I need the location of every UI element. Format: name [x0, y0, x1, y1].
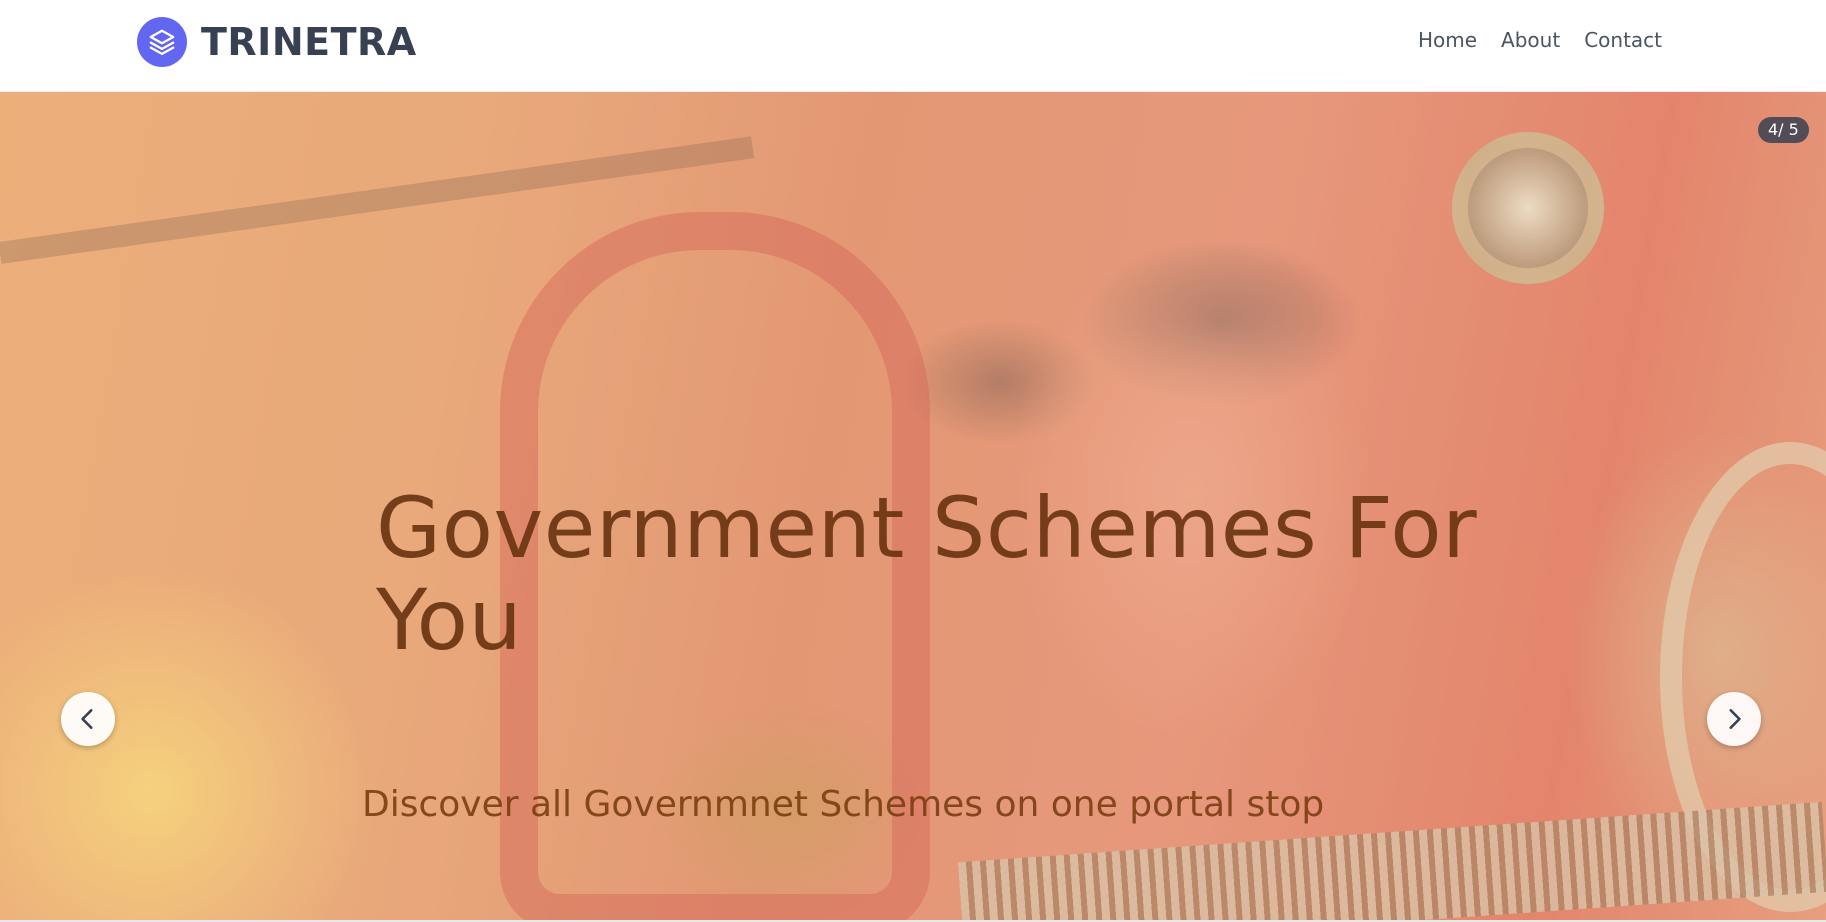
nav-link-about[interactable]: About — [1501, 28, 1560, 52]
chevron-left-icon — [81, 709, 93, 729]
brand-name: TRINETRA — [201, 20, 417, 64]
slide-counter: 4/ 5 — [1758, 117, 1809, 143]
carousel-next-button[interactable] — [1707, 692, 1761, 746]
main-nav: Home About Contact — [1418, 28, 1662, 52]
carousel-prev-button[interactable] — [61, 692, 115, 746]
chevron-right-icon — [1729, 709, 1741, 729]
nav-link-contact[interactable]: Contact — [1584, 28, 1662, 52]
hero-subtitle: Discover all Governmnet Schemes on one p… — [362, 784, 1325, 825]
layers-icon — [137, 17, 187, 67]
hero-carousel: 4/ 5 Government Schemes For You Discover… — [0, 92, 1826, 920]
site-header: TRINETRA Home About Contact — [0, 0, 1826, 92]
nav-link-home[interactable]: Home — [1418, 28, 1477, 52]
hero-title: Government Schemes For You — [376, 479, 1478, 669]
brand[interactable]: TRINETRA — [137, 17, 417, 67]
